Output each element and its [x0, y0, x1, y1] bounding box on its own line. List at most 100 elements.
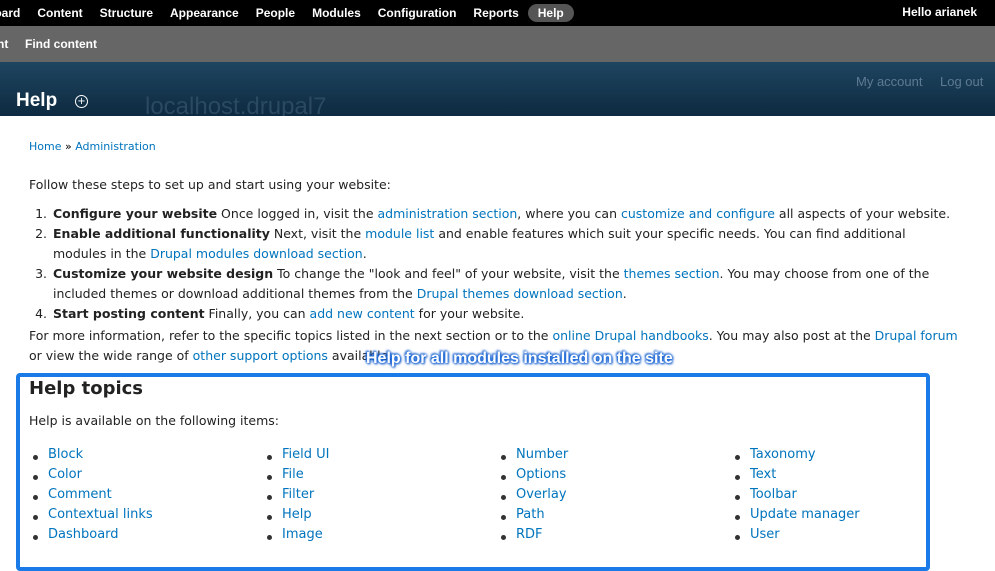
list-item: Overlay: [497, 487, 568, 507]
breadcrumb-home[interactable]: Home: [29, 140, 61, 153]
intro-text: Follow these steps to set up and start u…: [29, 177, 391, 192]
step-text: To change the "look and feel" of your we…: [273, 266, 624, 281]
menu-people[interactable]: People: [256, 6, 295, 20]
help-link-user[interactable]: User: [750, 527, 780, 542]
list-item: Filter: [263, 487, 330, 507]
help-link-toolbar[interactable]: Toolbar: [750, 487, 797, 502]
help-topics-heading: Help topics: [29, 378, 144, 399]
help-topics-column-1: Block Color Comment Contextual links Das…: [29, 447, 153, 547]
help-link-update-manager[interactable]: Update manager: [750, 507, 860, 522]
help-link-options[interactable]: Options: [516, 467, 566, 482]
customize-configure-link[interactable]: customize and configure: [621, 206, 775, 221]
step-text: Next, visit the: [269, 226, 366, 241]
step-number: 4.: [35, 306, 47, 321]
menu-modules[interactable]: Modules: [312, 6, 361, 20]
menu-help[interactable]: Help: [527, 4, 574, 22]
help-link-comment[interactable]: Comment: [48, 487, 112, 502]
list-item: Options: [497, 467, 568, 487]
menu-dashboard[interactable]: board: [0, 6, 20, 20]
help-link-path[interactable]: Path: [516, 507, 545, 522]
shortcuts-bar: nt Find content: [0, 26, 995, 62]
menu-reports[interactable]: Reports: [473, 6, 518, 20]
menu-configuration[interactable]: Configuration: [378, 6, 457, 20]
list-item: Comment: [29, 487, 153, 507]
module-list-link[interactable]: module list: [365, 226, 434, 241]
help-link-contextual-links[interactable]: Contextual links: [48, 507, 153, 522]
page-header: localhost.drupal7 Help + My account Log …: [0, 62, 995, 116]
help-link-rdf[interactable]: RDF: [516, 527, 543, 542]
help-link-field-ui[interactable]: Field UI: [282, 447, 330, 462]
step-number: 1.: [35, 206, 47, 221]
help-link-image[interactable]: Image: [282, 527, 323, 542]
step-text: .: [622, 286, 627, 301]
help-topics-column-2: Field UI File Filter Help Image: [263, 447, 330, 547]
list-item: File: [263, 467, 330, 487]
menu-content[interactable]: Content: [37, 6, 82, 20]
list-item: Number: [497, 447, 568, 467]
breadcrumb: Home » Administration: [29, 140, 156, 153]
step-text: Once logged in, visit the: [217, 206, 378, 221]
help-topics-column-3: Number Options Overlay Path RDF: [497, 447, 568, 547]
step-1: 1. Configure your website Once logged in…: [29, 204, 959, 224]
list-item: Help: [263, 507, 330, 527]
list-item: Block: [29, 447, 153, 467]
breadcrumb-administration[interactable]: Administration: [75, 140, 156, 153]
step-number: 2.: [35, 226, 47, 241]
help-link-overlay[interactable]: Overlay: [516, 487, 567, 502]
step-text: .: [362, 246, 367, 261]
help-link-taxonomy[interactable]: Taxonomy: [750, 447, 816, 462]
my-account-link[interactable]: My account: [856, 74, 922, 89]
list-item: Dashboard: [29, 527, 153, 547]
step-number: 3.: [35, 266, 47, 281]
step-text: all aspects of your website.: [774, 206, 951, 221]
list-item: Toolbar: [731, 487, 860, 507]
help-link-number[interactable]: Number: [516, 447, 568, 462]
list-item: Text: [731, 467, 860, 487]
list-item: Field UI: [263, 447, 330, 467]
help-link-dashboard[interactable]: Dashboard: [48, 527, 119, 542]
drupal-forum-link[interactable]: Drupal forum: [875, 328, 958, 343]
step-title: Enable additional functionality: [53, 226, 270, 241]
list-item: Image: [263, 527, 330, 547]
step-text: for your website.: [414, 306, 525, 321]
more-info-part: . You may also post at the: [708, 328, 875, 343]
user-greeting[interactable]: Hello arianek: [902, 5, 977, 19]
page-title: Help: [16, 90, 58, 111]
list-item: Contextual links: [29, 507, 153, 527]
help-link-filter[interactable]: Filter: [282, 487, 314, 502]
shortcut-find-content[interactable]: Find content: [25, 37, 97, 51]
log-out-link[interactable]: Log out: [940, 74, 983, 89]
admin-menu: board Content Structure Appearance Peopl…: [0, 0, 591, 26]
help-link-text[interactable]: Text: [750, 467, 776, 482]
menu-appearance[interactable]: Appearance: [170, 6, 239, 20]
admin-toolbar: board Content Structure Appearance Peopl…: [0, 0, 995, 26]
help-topics-column-4: Taxonomy Text Toolbar Update manager Use…: [731, 447, 860, 547]
list-item: Taxonomy: [731, 447, 860, 467]
other-support-options-link[interactable]: other support options: [193, 348, 328, 363]
help-link-help[interactable]: Help: [282, 507, 312, 522]
step-3: 3. Customize your website design To chan…: [29, 264, 959, 304]
administration-section-link[interactable]: administration section: [378, 206, 518, 221]
more-info-part: For more information, refer to the speci…: [29, 328, 553, 343]
list-item: RDF: [497, 527, 568, 547]
themes-section-link[interactable]: themes section: [624, 266, 720, 281]
menu-structure[interactable]: Structure: [100, 6, 153, 20]
step-title: Start posting content: [53, 306, 205, 321]
list-item: User: [731, 527, 860, 547]
help-link-file[interactable]: File: [282, 467, 304, 482]
step-4: 4. Start posting content Finally, you ca…: [29, 304, 959, 324]
step-text: , where you can: [517, 206, 621, 221]
add-new-content-link[interactable]: add new content: [310, 306, 415, 321]
add-shortcut-icon[interactable]: +: [75, 95, 88, 108]
shortcut-add-content[interactable]: nt: [0, 37, 8, 51]
online-handbooks-link[interactable]: online Drupal handbooks: [552, 328, 708, 343]
list-item: Update manager: [731, 507, 860, 527]
help-topics-subtitle: Help is available on the following items…: [29, 413, 279, 428]
drupal-modules-download-link[interactable]: Drupal modules download section: [150, 246, 363, 261]
help-link-color[interactable]: Color: [48, 467, 82, 482]
annotation-callout: Help for all modules installed on the si…: [366, 350, 673, 367]
list-item: Path: [497, 507, 568, 527]
help-link-block[interactable]: Block: [48, 447, 83, 462]
step-title: Configure your website: [53, 206, 218, 221]
drupal-themes-download-link[interactable]: Drupal themes download section: [417, 286, 623, 301]
